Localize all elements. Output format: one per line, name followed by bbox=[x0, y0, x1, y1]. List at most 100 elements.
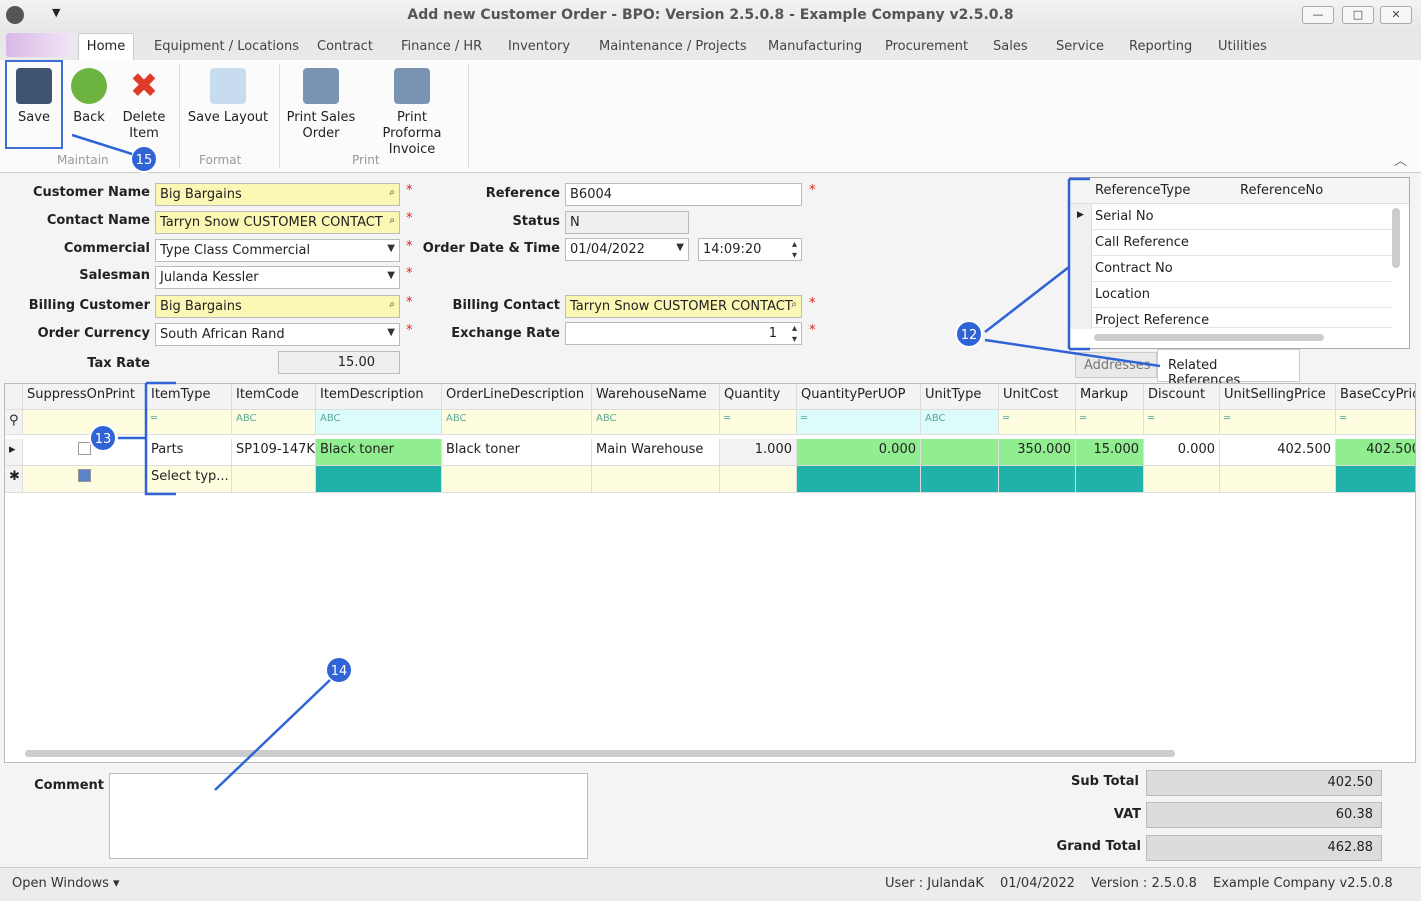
grid-cell-discount[interactable]: 0.000 bbox=[1144, 439, 1220, 466]
maximize-button[interactable]: □ bbox=[1342, 6, 1374, 24]
ref-row[interactable]: Location bbox=[1092, 282, 1392, 308]
customer-name-field[interactable]: Big Bargains ⌕ bbox=[155, 183, 400, 206]
filter-cell[interactable]: ═ bbox=[999, 410, 1076, 435]
close-button[interactable]: ✕ bbox=[1380, 6, 1412, 24]
grid-cell-suppressonprint[interactable] bbox=[23, 466, 147, 493]
filter-cell[interactable]: ABC bbox=[921, 410, 999, 435]
grid-cell-suppressonprint[interactable] bbox=[23, 439, 147, 466]
billing-contact-field[interactable]: Tarryn Snow CUSTOMER CONTACT ⌕ bbox=[565, 295, 802, 318]
column-header-itemcode[interactable]: ItemCode bbox=[232, 384, 316, 410]
filter-cell[interactable]: ABC bbox=[442, 410, 592, 435]
horizontal-scrollbar[interactable] bbox=[1094, 334, 1324, 341]
grid-cell-itemdescription[interactable]: Black toner bbox=[316, 439, 442, 466]
column-header-itemtype[interactable]: ItemType bbox=[147, 384, 232, 410]
grid-cell-unitsellingprice[interactable]: 402.500 bbox=[1220, 439, 1336, 466]
filter-cell[interactable]: ═ bbox=[720, 410, 797, 435]
commercial-dropdown[interactable]: Type Class Commercial ▼ bbox=[155, 239, 400, 262]
collapse-ribbon-icon[interactable]: ︿ bbox=[1394, 150, 1407, 169]
grid-cell-itemtype[interactable]: Select typ... bbox=[147, 466, 232, 493]
column-header-suppressonprint[interactable]: SuppressOnPrint bbox=[23, 384, 147, 410]
filter-cell[interactable]: ABC bbox=[316, 410, 442, 435]
exchange-rate-spinner[interactable]: 1 ▴ ▾ bbox=[565, 322, 802, 345]
minimize-button[interactable]: — bbox=[1302, 6, 1334, 24]
filter-cell[interactable]: ABC bbox=[232, 410, 316, 435]
row-indicator[interactable]: ▸ bbox=[5, 439, 23, 466]
tab-home[interactable]: Home bbox=[78, 33, 134, 61]
save-layout-button[interactable]: Save Layout bbox=[186, 62, 270, 126]
tax-rate-field[interactable]: 15.00 bbox=[278, 351, 400, 374]
grid-cell-itemcode[interactable]: SP109-147K bbox=[232, 439, 316, 466]
column-header-quantityperuop[interactable]: QuantityPerUOP bbox=[797, 384, 921, 410]
filter-cell[interactable]: ═ bbox=[1144, 410, 1220, 435]
tab-inventory[interactable]: Inventory bbox=[508, 39, 570, 54]
grid-cell-unittype[interactable] bbox=[921, 439, 999, 466]
tab-maintenance[interactable]: Maintenance / Projects bbox=[599, 39, 747, 54]
row-indicator[interactable]: ✱ bbox=[5, 466, 23, 493]
ref-row[interactable]: Contract No bbox=[1092, 256, 1392, 282]
ref-row[interactable]: Call Reference bbox=[1092, 230, 1392, 256]
reference-field[interactable]: B6004 bbox=[565, 183, 802, 206]
grid-cell-warehousename[interactable]: Main Warehouse bbox=[592, 439, 720, 466]
column-header-unitcost[interactable]: UnitCost bbox=[999, 384, 1076, 410]
grid-cell-quantityperuop[interactable]: 0.000 bbox=[797, 439, 921, 466]
col-reference-type[interactable]: ReferenceType bbox=[1095, 183, 1190, 198]
back-button[interactable]: Back bbox=[66, 62, 112, 126]
vertical-scrollbar[interactable] bbox=[1392, 208, 1400, 268]
print-proforma-button[interactable]: Print Proforma Invoice bbox=[366, 62, 458, 158]
grid-cell-unitcost[interactable]: 350.000 bbox=[999, 439, 1076, 466]
column-header-discount[interactable]: Discount bbox=[1144, 384, 1220, 410]
tab-service[interactable]: Service bbox=[1056, 39, 1104, 54]
print-sales-order-button[interactable]: Print Sales Order bbox=[286, 62, 356, 142]
tab-manufacturing[interactable]: Manufacturing bbox=[768, 39, 862, 54]
comment-textarea[interactable] bbox=[109, 773, 588, 859]
grid-cell-quantity[interactable] bbox=[720, 466, 797, 493]
order-time-spinner[interactable]: 14:09:20 ▴ ▾ bbox=[698, 238, 802, 261]
grid-cell-unitcost[interactable] bbox=[999, 466, 1076, 493]
column-header-orderlinedescription[interactable]: OrderLineDescription bbox=[442, 384, 592, 410]
grid-cell-itemcode[interactable] bbox=[232, 466, 316, 493]
grid-cell-markup[interactable] bbox=[1076, 466, 1144, 493]
suppress-checkbox[interactable] bbox=[78, 442, 91, 455]
tab-utilities[interactable]: Utilities bbox=[1218, 39, 1267, 54]
grid-cell-markup[interactable]: 15.000 bbox=[1076, 439, 1144, 466]
column-header-warehousename[interactable]: WarehouseName bbox=[592, 384, 720, 410]
grid-cell-itemtype[interactable]: Parts bbox=[147, 439, 232, 466]
billing-customer-field[interactable]: Big Bargains ⌕ bbox=[155, 295, 400, 318]
grid-cell-discount[interactable] bbox=[1144, 466, 1220, 493]
col-reference-no[interactable]: ReferenceNo bbox=[1240, 183, 1323, 198]
tab-addresses[interactable]: Addresses bbox=[1075, 352, 1157, 378]
contact-name-field[interactable]: Tarryn Snow CUSTOMER CONTACT ⌕ bbox=[155, 211, 400, 234]
grid-horizontal-scrollbar[interactable] bbox=[25, 750, 1175, 757]
column-header-unittype[interactable]: UnitType bbox=[921, 384, 999, 410]
filter-cell[interactable]: ═ bbox=[1336, 410, 1415, 435]
tab-related-references[interactable]: Related References bbox=[1157, 349, 1300, 388]
grid-cell-warehousename[interactable] bbox=[592, 466, 720, 493]
tab-procurement[interactable]: Procurement bbox=[885, 39, 968, 54]
tab-reporting[interactable]: Reporting bbox=[1129, 39, 1192, 54]
tab-contract[interactable]: Contract bbox=[317, 39, 373, 54]
grid-cell-baseccyprice[interactable]: 402.500 bbox=[1336, 439, 1415, 466]
grid-cell-baseccyprice[interactable] bbox=[1336, 466, 1415, 493]
open-windows-button[interactable]: Open Windows ▾ bbox=[12, 876, 120, 891]
column-header-baseccyprice[interactable]: BaseCcyPrice bbox=[1336, 384, 1415, 410]
column-header-unitsellingprice[interactable]: UnitSellingPrice bbox=[1220, 384, 1336, 410]
filter-cell[interactable]: ABC bbox=[592, 410, 720, 435]
tab-sales[interactable]: Sales bbox=[993, 39, 1028, 54]
grid-cell-orderlinedescription[interactable] bbox=[442, 466, 592, 493]
salesman-dropdown[interactable]: Julanda Kessler ▼ bbox=[155, 266, 400, 289]
filter-cell[interactable]: ═ bbox=[147, 410, 232, 435]
application-menu-button[interactable] bbox=[6, 33, 74, 57]
column-header-itemdescription[interactable]: ItemDescription bbox=[316, 384, 442, 410]
filter-cell[interactable]: ═ bbox=[1076, 410, 1144, 435]
grid-cell-orderlinedescription[interactable]: Black toner bbox=[442, 439, 592, 466]
delete-item-button[interactable]: ✖ Delete Item bbox=[118, 62, 170, 142]
grid-cell-itemdescription[interactable] bbox=[316, 466, 442, 493]
tab-finance[interactable]: Finance / HR bbox=[401, 39, 482, 54]
filter-cell[interactable] bbox=[23, 410, 147, 435]
order-currency-dropdown[interactable]: South African Rand ▼ bbox=[155, 323, 400, 346]
grid-cell-quantityperuop[interactable] bbox=[797, 466, 921, 493]
save-button[interactable]: Save bbox=[5, 60, 63, 149]
suppress-checkbox[interactable] bbox=[78, 469, 91, 482]
column-header-quantity[interactable]: Quantity bbox=[720, 384, 797, 410]
ref-row[interactable]: Project Reference bbox=[1092, 308, 1392, 328]
